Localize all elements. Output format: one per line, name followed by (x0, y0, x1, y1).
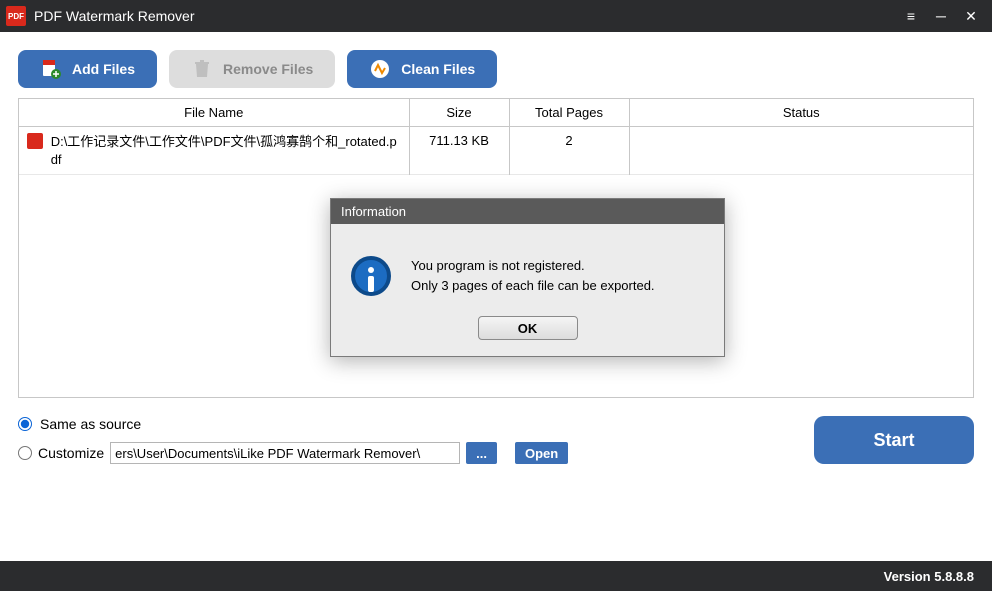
app-icon: PDF (6, 6, 26, 26)
start-label: Start (873, 430, 914, 451)
file-status-cell (629, 127, 973, 175)
same-as-source-radio[interactable] (18, 417, 32, 431)
output-options: Same as source Customize ers\User\Docume… (0, 398, 992, 464)
customize-radio[interactable] (18, 446, 32, 460)
file-table: File Name Size Total Pages Status D:\工作记… (19, 99, 973, 175)
start-button[interactable]: Start (814, 416, 974, 464)
dialog-line2: Only 3 pages of each file can be exporte… (411, 276, 655, 296)
info-icon (351, 256, 391, 296)
file-name-cell: D:\工作记录文件\工作文件\PDF文件\孤鸿寡鹄个和_rotated.pdf (51, 133, 401, 168)
remove-files-button: Remove Files (169, 50, 335, 88)
column-header-status[interactable]: Status (629, 99, 973, 127)
same-as-source-label: Same as source (40, 416, 141, 432)
toolbar: Add Files Remove Files Clean Files (0, 32, 992, 98)
information-dialog: Information You program is not registere… (330, 198, 725, 357)
customize-label: Customize (38, 445, 104, 461)
remove-files-label: Remove Files (223, 61, 313, 77)
clean-files-label: Clean Files (401, 61, 475, 77)
menu-icon[interactable]: ≡ (896, 8, 926, 24)
output-path-field[interactable]: ers\User\Documents\iLike PDF Watermark R… (110, 442, 460, 464)
clean-icon (369, 58, 391, 80)
title-bar: PDF PDF Watermark Remover ≡ ─ ✕ (0, 0, 992, 32)
column-header-size[interactable]: Size (409, 99, 509, 127)
ok-label: OK (518, 321, 538, 336)
status-bar: Version 5.8.8.8 (0, 561, 992, 591)
column-header-pages[interactable]: Total Pages (509, 99, 629, 127)
add-files-label: Add Files (72, 61, 135, 77)
table-row[interactable]: D:\工作记录文件\工作文件\PDF文件\孤鸿寡鹄个和_rotated.pdf … (19, 127, 973, 175)
browse-button[interactable]: ... (466, 442, 497, 464)
version-label: Version 5.8.8.8 (884, 569, 974, 584)
dialog-title: Information (331, 199, 724, 224)
file-pages-cell: 2 (509, 127, 629, 175)
dialog-message: You program is not registered. Only 3 pa… (411, 256, 655, 295)
trash-icon (191, 58, 213, 80)
dialog-line1: You program is not registered. (411, 256, 655, 276)
open-folder-button[interactable]: Open (515, 442, 568, 464)
ok-button[interactable]: OK (478, 316, 578, 340)
close-button[interactable]: ✕ (956, 8, 986, 25)
clean-files-button[interactable]: Clean Files (347, 50, 497, 88)
add-files-button[interactable]: Add Files (18, 50, 157, 88)
minimize-button[interactable]: ─ (926, 8, 956, 24)
file-size-cell: 711.13 KB (409, 127, 509, 175)
pdf-file-icon (27, 133, 43, 149)
add-files-icon (40, 58, 62, 80)
app-title: PDF Watermark Remover (34, 8, 896, 24)
column-header-name[interactable]: File Name (19, 99, 409, 127)
